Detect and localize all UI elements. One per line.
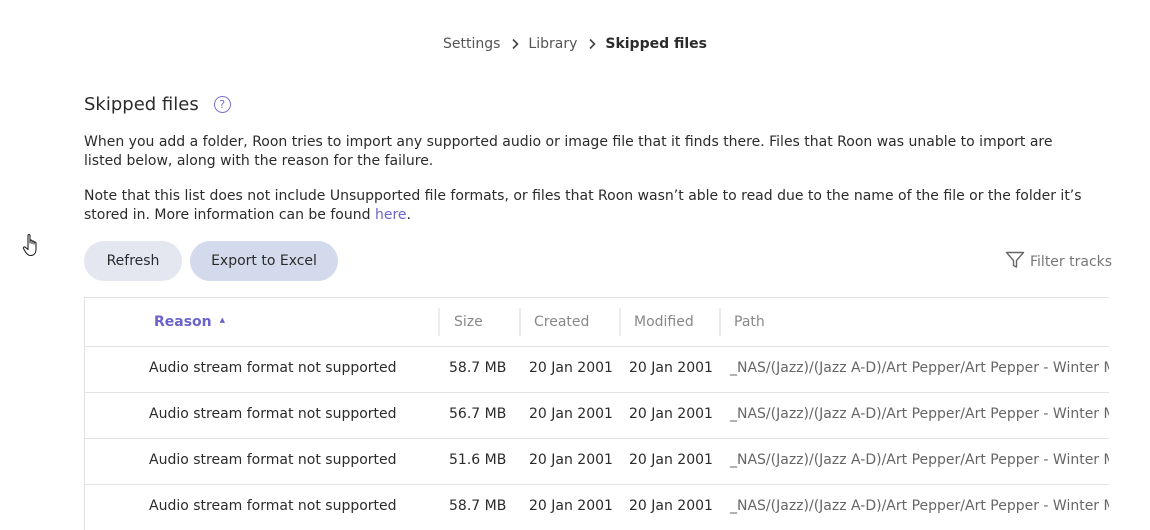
table-row[interactable]: Audio stream format not supported 58.7 M… [85, 347, 1109, 393]
cell-size: 51.6 MB [449, 452, 507, 468]
cell-modified: 20 Jan 2001 [629, 360, 713, 376]
note-paragraph: Note that this list does not include Uns… [84, 187, 1094, 225]
column-header-path[interactable]: Path [734, 314, 765, 330]
filter-tracks-button[interactable]: Filter tracks [1005, 251, 1112, 273]
cell-modified: 20 Jan 2001 [629, 406, 713, 422]
column-resize-handle[interactable] [719, 308, 721, 336]
hand-pointer-icon [22, 232, 42, 262]
page-header: Skipped files ? [84, 94, 231, 115]
cell-size: 58.7 MB [449, 498, 507, 514]
cell-reason: Audio stream format not supported [149, 406, 397, 422]
cell-size: 56.7 MB [449, 406, 507, 422]
table-header: Reason ▲ Size Created Modified Path [85, 298, 1109, 347]
column-header-modified[interactable]: Modified [634, 314, 694, 330]
reason-header-label: Reason [154, 314, 212, 330]
sort-ascending-icon: ▲ [219, 316, 226, 324]
cell-path: _NAS/(Jazz)/(Jazz A-D)/Art Pepper/Art Pe… [730, 452, 1109, 468]
cell-path: _NAS/(Jazz)/(Jazz A-D)/Art Pepper/Art Pe… [730, 498, 1109, 514]
cell-created: 20 Jan 2001 [529, 452, 613, 468]
note-text: Note that this list does not include Uns… [84, 188, 1082, 223]
column-resize-handle[interactable] [619, 308, 621, 336]
cell-modified: 20 Jan 2001 [629, 452, 713, 468]
skipped-files-page: Settings Library Skipped files Skipped f… [0, 0, 1150, 530]
cell-modified: 20 Jan 2001 [629, 498, 713, 514]
more-info-link[interactable]: here [375, 207, 407, 223]
breadcrumb-library[interactable]: Library [528, 36, 577, 52]
filter-tracks-label: Filter tracks [1030, 254, 1113, 270]
cell-path: _NAS/(Jazz)/(Jazz A-D)/Art Pepper/Art Pe… [730, 406, 1109, 422]
cell-reason: Audio stream format not supported [149, 452, 397, 468]
breadcrumb-settings[interactable]: Settings [443, 36, 500, 52]
cell-created: 20 Jan 2001 [529, 360, 613, 376]
column-resize-handle[interactable] [438, 308, 440, 336]
table-row[interactable]: Audio stream format not supported 51.6 M… [85, 439, 1109, 485]
cell-created: 20 Jan 2001 [529, 498, 613, 514]
cell-reason: Audio stream format not supported [149, 498, 397, 514]
question-circle-icon[interactable]: ? [213, 96, 231, 113]
column-header-reason[interactable]: Reason ▲ [154, 314, 225, 330]
export-to-excel-button[interactable]: Export to Excel [190, 241, 338, 281]
breadcrumb: Settings Library Skipped files [0, 36, 1150, 52]
note-suffix: . [406, 207, 411, 223]
cell-size: 58.7 MB [449, 360, 507, 376]
cell-created: 20 Jan 2001 [529, 406, 613, 422]
table-row[interactable]: Audio stream format not supported 56.7 M… [85, 393, 1109, 439]
column-resize-handle[interactable] [519, 308, 521, 336]
breadcrumb-skipped-files: Skipped files [605, 36, 707, 52]
cell-path: _NAS/(Jazz)/(Jazz A-D)/Art Pepper/Art Pe… [730, 360, 1109, 376]
chevron-right-icon [586, 38, 598, 50]
page-title: Skipped files [84, 94, 199, 115]
cell-reason: Audio stream format not supported [149, 360, 397, 376]
refresh-button[interactable]: Refresh [84, 241, 182, 281]
column-header-created[interactable]: Created [534, 314, 589, 330]
chevron-right-icon [509, 38, 521, 50]
table-row[interactable]: Audio stream format not supported 58.7 M… [85, 485, 1109, 530]
funnel-icon [1005, 251, 1030, 273]
column-header-size[interactable]: Size [454, 314, 483, 330]
skipped-files-table: Reason ▲ Size Created Modified Path Audio… [84, 297, 1109, 530]
description-paragraph: When you add a folder, Roon tries to imp… [84, 134, 1053, 169]
